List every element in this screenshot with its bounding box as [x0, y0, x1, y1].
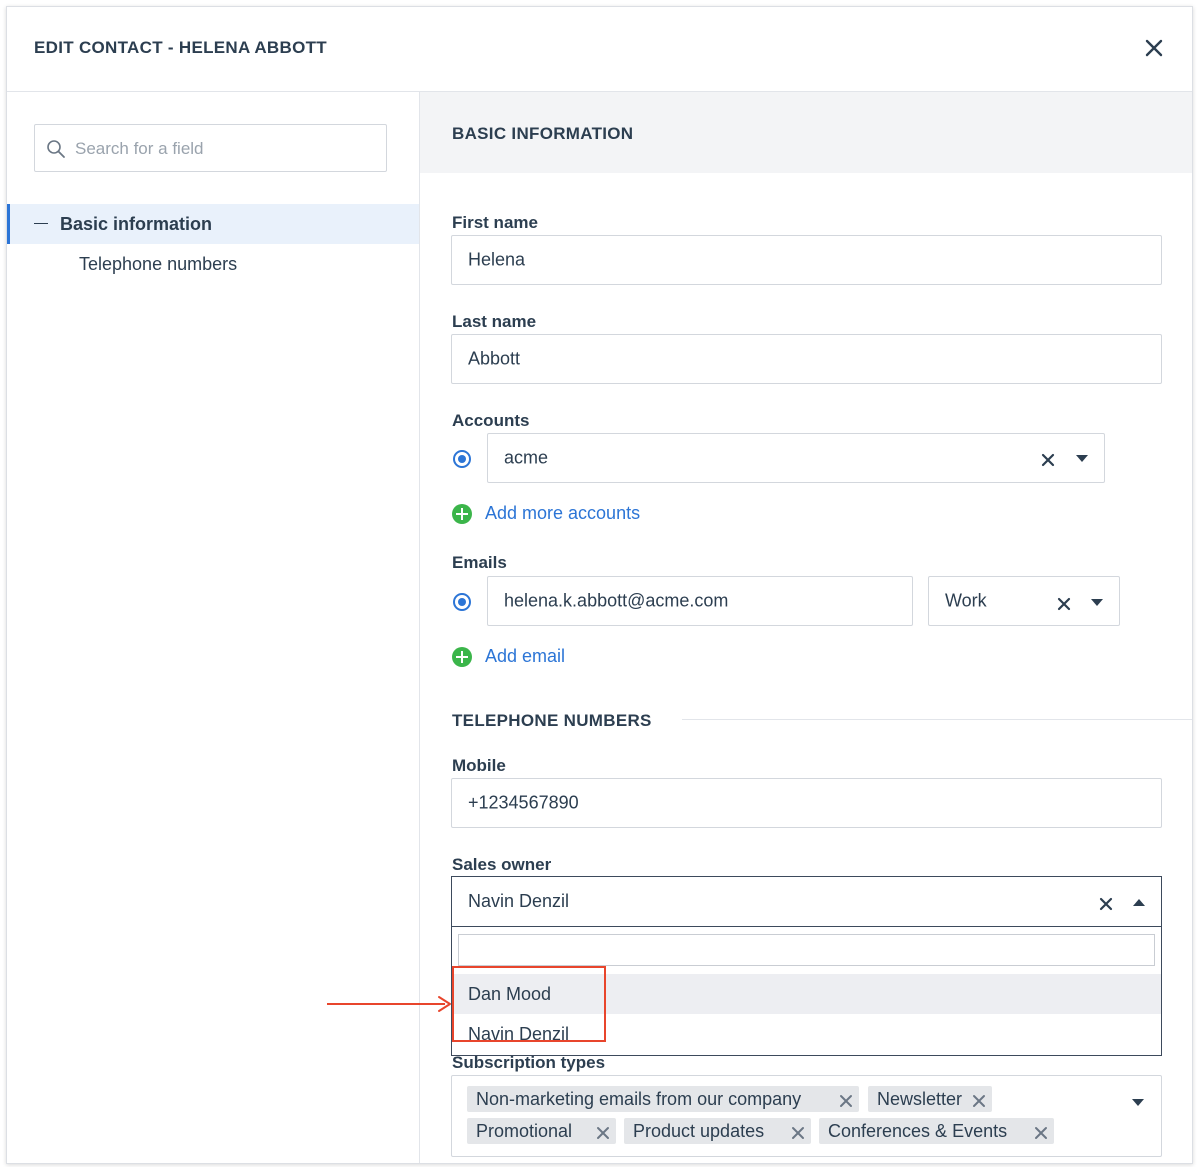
modal-title: EDIT CONTACT - HELENA ABBOTT: [34, 38, 327, 57]
remove-tag-icon[interactable]: [972, 1092, 986, 1107]
sales-owner-label: Sales owner: [452, 855, 552, 874]
first-name-label: First name: [452, 213, 538, 232]
accounts-value: acme: [504, 447, 549, 468]
last-name-field[interactable]: Abbott: [451, 334, 1162, 384]
sales-owner-select[interactable]: Navin Denzil Dan Mood Navin Denzil: [451, 876, 1162, 1056]
mobile-value: +1234567890: [468, 792, 579, 813]
edit-contact-modal: EDIT CONTACT - HELENA ABBOTT Basic infor…: [6, 6, 1193, 1164]
telephone-section-title: TELEPHONE NUMBERS: [452, 711, 652, 730]
dropdown-option-navin-denzil[interactable]: Navin Denzil: [452, 1014, 1161, 1054]
remove-tag-icon[interactable]: [839, 1092, 853, 1107]
field-search[interactable]: [34, 124, 387, 172]
sidebar-item-telephone-numbers[interactable]: Telephone numbers: [79, 254, 237, 275]
add-circle-icon[interactable]: [452, 647, 472, 667]
accounts-label: Accounts: [452, 411, 530, 430]
last-name-value: Abbott: [468, 348, 521, 369]
subscription-tag: Product updates: [624, 1118, 811, 1144]
subscription-types-select[interactable]: Non-marketing emails from our company Ne…: [451, 1075, 1162, 1157]
search-icon: [47, 140, 65, 158]
subscription-tag: Newsletter: [868, 1086, 992, 1112]
email-field[interactable]: helena.k.abbott@acme.com: [487, 576, 913, 626]
subscription-tag: Promotional: [467, 1118, 616, 1144]
tag-label: Conferences & Events: [828, 1121, 1008, 1141]
primary-account-radio[interactable]: [453, 450, 471, 468]
mobile-field[interactable]: +1234567890: [451, 778, 1162, 828]
remove-tag-icon[interactable]: [596, 1124, 610, 1139]
dropdown-search-input[interactable]: [458, 934, 1155, 966]
subscription-tag: Non-marketing emails from our company: [467, 1086, 859, 1112]
emails-label: Emails: [452, 553, 507, 572]
tag-label: Promotional: [476, 1121, 573, 1141]
option-label: Navin Denzil: [468, 1024, 570, 1044]
form-panel: BASIC INFORMATION First name Helena Last…: [420, 92, 1192, 1163]
section-divider: [682, 719, 1192, 720]
clear-icon[interactable]: [1056, 596, 1072, 612]
close-icon[interactable]: [1141, 35, 1167, 61]
dropdown-option-dan-mood[interactable]: Dan Mood: [452, 974, 1161, 1014]
subscription-types-label: Subscription types: [452, 1053, 606, 1072]
collapse-dash-icon: [34, 223, 48, 224]
chevron-down-icon[interactable]: [1132, 1099, 1144, 1106]
add-more-accounts-link[interactable]: Add more accounts: [485, 503, 640, 524]
last-name-label: Last name: [452, 312, 537, 331]
tag-label: Non-marketing emails from our company: [476, 1089, 802, 1109]
subscription-tag: Conferences & Events: [819, 1118, 1054, 1144]
chevron-down-icon[interactable]: [1091, 599, 1103, 606]
remove-tag-icon[interactable]: [791, 1124, 805, 1139]
sidebar-item-label: Basic information: [60, 214, 213, 234]
option-label: Dan Mood: [468, 984, 552, 1004]
clear-icon[interactable]: [1098, 896, 1114, 912]
add-circle-icon[interactable]: [452, 504, 472, 524]
email-type-value: Work: [945, 590, 987, 611]
section-title: BASIC INFORMATION: [452, 124, 634, 143]
first-name-field[interactable]: Helena: [451, 235, 1162, 285]
add-email-link[interactable]: Add email: [485, 646, 565, 667]
chevron-up-icon[interactable]: [1133, 899, 1145, 906]
dropdown-divider: [452, 926, 1161, 927]
tag-label: Product updates: [633, 1121, 765, 1141]
section-header: BASIC INFORMATION: [420, 92, 1192, 173]
search-input[interactable]: [73, 133, 377, 165]
clear-icon[interactable]: [1040, 452, 1056, 468]
mobile-label: Mobile: [452, 756, 506, 775]
tag-label: Newsletter: [877, 1089, 963, 1109]
email-value: helena.k.abbott@acme.com: [504, 590, 729, 611]
remove-tag-icon[interactable]: [1034, 1124, 1048, 1139]
first-name-value: Helena: [468, 249, 526, 270]
sidebar-item-basic-information[interactable]: Basic information: [7, 204, 419, 244]
modal-header: EDIT CONTACT - HELENA ABBOTT: [7, 7, 1192, 92]
accounts-select[interactable]: acme: [487, 433, 1105, 483]
sales-owner-value: Navin Denzil: [468, 891, 570, 911]
annotation-arrow: [327, 1003, 445, 1005]
primary-email-radio[interactable]: [453, 593, 471, 611]
chevron-down-icon[interactable]: [1076, 455, 1088, 462]
email-type-select[interactable]: Work: [928, 576, 1120, 626]
arrow-right-icon: [438, 996, 451, 1012]
